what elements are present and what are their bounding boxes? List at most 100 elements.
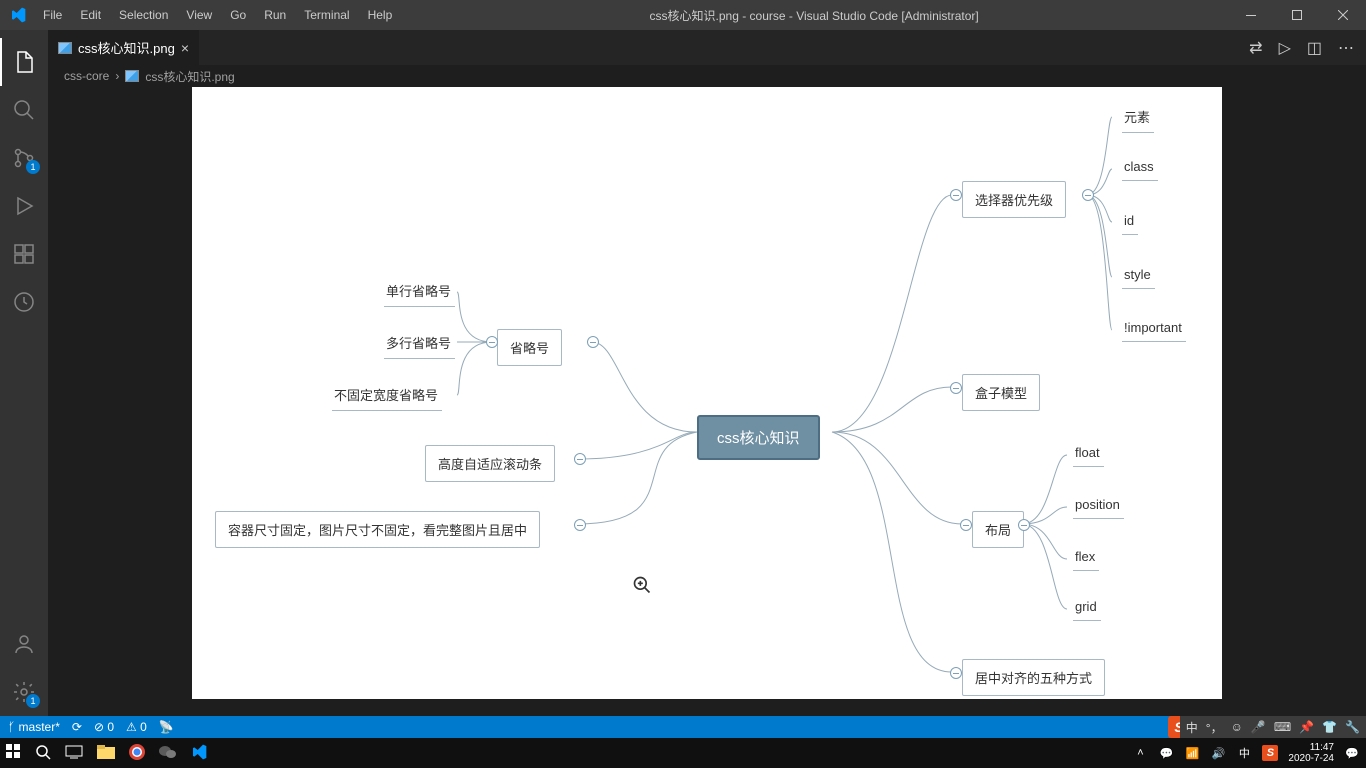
broadcast-icon[interactable]: 📡 xyxy=(159,720,174,734)
menu-view[interactable]: View xyxy=(178,4,220,26)
start-button[interactable] xyxy=(6,744,21,762)
collapse-toggle[interactable] xyxy=(950,667,962,679)
ime-toolbar[interactable]: 中 °， ☺ 🎤 ⌨ 📌 👕 🔧 xyxy=(1180,716,1366,738)
ime-tool-icon[interactable]: 🔧 xyxy=(1345,720,1360,734)
settings-icon[interactable]: 1 xyxy=(0,668,48,716)
collapse-toggle[interactable] xyxy=(486,336,498,348)
ime-skin-icon[interactable]: 👕 xyxy=(1322,720,1337,734)
node-image-fit: 容器尺寸固定，图片尺寸不固定，看完整图片且居中 xyxy=(215,511,540,548)
tray-ime-icon[interactable]: 中 xyxy=(1236,745,1252,761)
collapse-toggle[interactable] xyxy=(1018,519,1030,531)
ime-keyboard-icon[interactable]: ⌨ xyxy=(1274,720,1291,734)
ime-punct[interactable]: °， xyxy=(1206,719,1223,736)
menu-edit[interactable]: Edit xyxy=(72,4,109,26)
ime-pin-icon[interactable]: 📌 xyxy=(1299,720,1314,734)
node-scroll: 高度自适应滚动条 xyxy=(425,445,555,482)
search-icon[interactable] xyxy=(0,86,48,134)
window-controls xyxy=(1228,0,1366,30)
leaf-important: !important xyxy=(1122,318,1186,342)
ime-lang[interactable]: 中 xyxy=(1186,719,1198,736)
leaf-grid: grid xyxy=(1073,597,1101,621)
breadcrumb-root[interactable]: css-core xyxy=(64,69,109,83)
tab-active[interactable]: css核心知识.png × xyxy=(48,30,200,65)
taskbar-vscode-icon[interactable] xyxy=(191,744,207,763)
errors-count[interactable]: ⊘ 0 xyxy=(94,720,114,734)
run-icon[interactable]: ▷ xyxy=(1279,38,1291,58)
node-ellipsis: 省略号 xyxy=(497,329,562,366)
node-priority: 选择器优先级 xyxy=(962,181,1066,218)
accounts-icon[interactable] xyxy=(0,620,48,668)
git-branch[interactable]: ᚶ master* xyxy=(8,720,60,734)
collapse-toggle[interactable] xyxy=(950,382,962,394)
leaf-single-ellipsis: 单行省略号 xyxy=(384,279,455,307)
menu-help[interactable]: Help xyxy=(360,4,401,26)
leaf-flex-ellipsis: 不固定宽度省略号 xyxy=(332,383,442,411)
status-bar: ᚶ master* ⟳ ⊘ 0 ⚠ 0 📡 100% xyxy=(0,716,1366,738)
leaf-multi-ellipsis: 多行省略号 xyxy=(384,331,455,359)
split-editor-icon[interactable]: ◫ xyxy=(1307,38,1322,58)
task-view-icon[interactable] xyxy=(65,745,83,762)
collapse-toggle[interactable] xyxy=(574,453,586,465)
title-bar: File Edit Selection View Go Run Terminal… xyxy=(0,0,1366,30)
image-preview[interactable]: css核心知识 省略号 单行省略号 多行省略号 不固定宽度省略号 高度自适应滚动… xyxy=(192,87,1222,699)
taskbar-search-icon[interactable] xyxy=(35,744,51,763)
menu-bar: File Edit Selection View Go Run Terminal… xyxy=(35,4,400,26)
menu-go[interactable]: Go xyxy=(222,4,254,26)
timeline-icon[interactable] xyxy=(0,278,48,326)
node-center-align: 居中对齐的五种方式 xyxy=(962,659,1105,696)
collapse-toggle[interactable] xyxy=(1082,189,1094,201)
explorer-icon[interactable] xyxy=(0,38,48,86)
taskbar-wechat-icon[interactable] xyxy=(159,744,177,763)
settings-badge: 1 xyxy=(26,694,40,708)
tray-wifi-icon[interactable]: 📶 xyxy=(1184,745,1200,761)
vscode-logo-icon xyxy=(0,7,35,23)
leaf-flex: flex xyxy=(1073,547,1099,571)
warnings-count[interactable]: ⚠ 0 xyxy=(126,720,147,734)
menu-terminal[interactable]: Terminal xyxy=(296,4,357,26)
ime-face-icon[interactable]: ☺ xyxy=(1231,720,1243,734)
node-layout: 布局 xyxy=(972,511,1024,548)
tray-chevron-icon[interactable]: ˄ xyxy=(1132,745,1148,761)
taskbar-clock[interactable]: 11:47 2020-7-24 xyxy=(1288,742,1334,764)
scm-badge: 1 xyxy=(26,160,40,174)
leaf-element: 元素 xyxy=(1122,105,1154,133)
taskbar-explorer-icon[interactable] xyxy=(97,745,115,762)
mindmap-root: css核心知识 xyxy=(697,415,820,460)
zoom-cursor-icon xyxy=(632,575,652,600)
breadcrumb-separator-icon: › xyxy=(115,69,119,83)
leaf-style: style xyxy=(1122,265,1155,289)
tray-message-icon[interactable]: 💬 xyxy=(1158,745,1174,761)
leaf-class: class xyxy=(1122,157,1158,181)
activity-bar: 1 1 xyxy=(0,30,48,716)
ime-mic-icon[interactable]: 🎤 xyxy=(1251,720,1266,734)
collapse-toggle[interactable] xyxy=(574,519,586,531)
taskbar-chrome-icon[interactable] xyxy=(129,744,145,763)
more-actions-icon[interactable]: ⋯ xyxy=(1338,38,1354,58)
extensions-icon[interactable] xyxy=(0,230,48,278)
maximize-button[interactable] xyxy=(1274,0,1320,30)
compare-icon[interactable]: ⇄ xyxy=(1249,38,1262,58)
close-button[interactable] xyxy=(1320,0,1366,30)
node-box-model: 盒子模型 xyxy=(962,374,1040,411)
editor-area: css核心知识 省略号 单行省略号 多行省略号 不固定宽度省略号 高度自适应滚动… xyxy=(48,87,1366,716)
tab-close-icon[interactable]: × xyxy=(181,40,189,56)
minimize-button[interactable] xyxy=(1228,0,1274,30)
leaf-id: id xyxy=(1122,211,1138,235)
git-sync-icon[interactable]: ⟳ xyxy=(72,720,82,734)
leaf-position: position xyxy=(1073,495,1124,519)
run-debug-icon[interactable] xyxy=(0,182,48,230)
notifications-icon[interactable]: 💬 xyxy=(1344,745,1360,761)
tab-label: css核心知识.png xyxy=(78,38,175,57)
breadcrumb[interactable]: css-core › css核心知识.png xyxy=(48,65,1366,87)
tray-sogou-icon[interactable]: S xyxy=(1262,745,1278,761)
menu-file[interactable]: File xyxy=(35,4,70,26)
collapse-toggle[interactable] xyxy=(587,336,599,348)
collapse-toggle[interactable] xyxy=(950,189,962,201)
collapse-toggle[interactable] xyxy=(960,519,972,531)
source-control-icon[interactable]: 1 xyxy=(0,134,48,182)
tray-volume-icon[interactable]: 🔊 xyxy=(1210,745,1226,761)
breadcrumb-file[interactable]: css核心知识.png xyxy=(145,68,234,85)
menu-run[interactable]: Run xyxy=(256,4,294,26)
image-file-icon xyxy=(58,42,72,54)
menu-selection[interactable]: Selection xyxy=(111,4,176,26)
